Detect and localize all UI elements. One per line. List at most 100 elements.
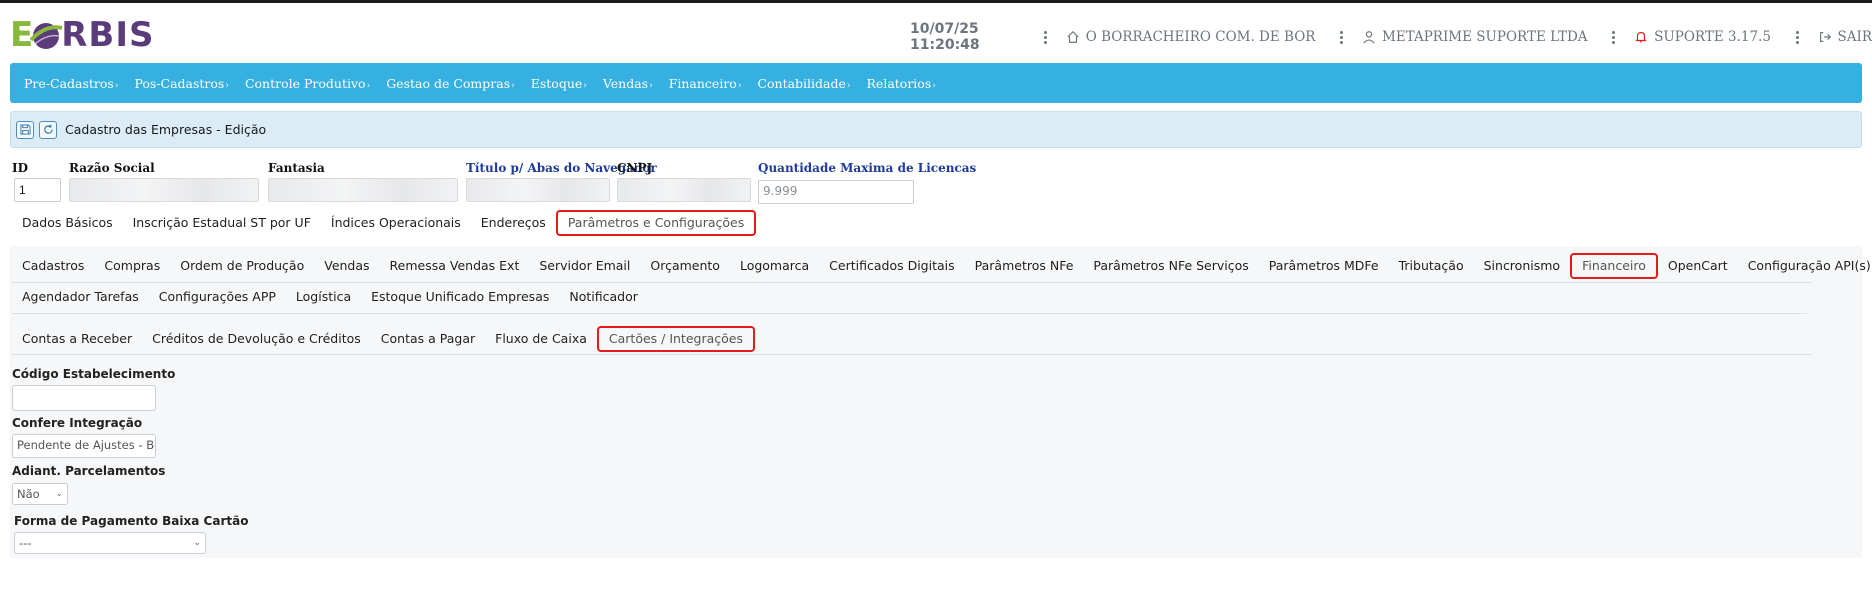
qtd-licencas-input[interactable]: 9.999 (758, 180, 914, 204)
header: E RBIS 10/07/25 11:20:48 O BORRACHEIRO C… (0, 3, 1872, 63)
nav-item-gestao-de-compras[interactable]: Gestao de Compras› (386, 76, 515, 91)
nav-label: Vendas (602, 75, 649, 91)
tab-orcamento[interactable]: Orçamento (640, 253, 730, 279)
razao-social-label: Razão Social (69, 161, 155, 175)
nav-item-pre-cadastros[interactable]: Pre-Cadastros› (24, 76, 118, 91)
tab-parametros-configuracoes[interactable]: Parâmetros e Configurações (555, 210, 757, 236)
confere-integracao-label: Confere Integração (12, 416, 143, 430)
header-company[interactable]: O BORRACHEIRO COM. DE BOR (1066, 29, 1315, 45)
nav-label: Pos-Cadastros (134, 75, 225, 91)
fantasia-input[interactable] (268, 178, 458, 202)
forma-pagamento-select[interactable]: --- ⌄ (14, 532, 206, 554)
codigo-estabelecimento-input[interactable] (12, 385, 156, 411)
tab-remessa-vendas-ext[interactable]: Remessa Vendas Ext (380, 253, 530, 279)
tab-dados-basicos[interactable]: Dados Básicos (12, 210, 123, 236)
tab-cadastros[interactable]: Cadastros (12, 253, 94, 279)
nav-item-vendas[interactable]: Vendas› (603, 76, 653, 91)
nav-item-relatorios[interactable]: Relatorios› (867, 76, 936, 91)
page-titlebar: Cadastro das Empresas - Edição (10, 111, 1862, 148)
param-tabs-row2: Agendador Tarefas Configurações APP Logí… (12, 284, 648, 310)
tab-opencart[interactable]: OpenCart (1658, 253, 1738, 279)
tab-notificador[interactable]: Notificador (559, 284, 648, 310)
nav-item-financeiro[interactable]: Financeiro› (669, 76, 742, 91)
confere-integracao-input[interactable]: Pendente de Ajustes - Be (12, 434, 156, 458)
nav-label: Relatorios (866, 75, 932, 91)
eorbis-logo: E RBIS (10, 15, 154, 55)
chevron-right-icon: › (846, 80, 851, 91)
qtd-licencas-label: Quantidade Maxima de Licencas (758, 161, 977, 175)
header-support[interactable]: SUPORTE 3.17.5 (1634, 29, 1771, 45)
cnpj-label: CNPJ (617, 161, 653, 175)
tab-tributacao[interactable]: Tributação (1389, 253, 1474, 279)
nav-label: Gestao de Compras (386, 75, 511, 91)
logo-text: RBIS (61, 15, 155, 55)
tab-financeiro[interactable]: Financeiro (1570, 253, 1658, 279)
tab-estoque-unificado[interactable]: Estoque Unificado Empresas (361, 284, 559, 310)
tab-parametros-mdfe[interactable]: Parâmetros MDFe (1259, 253, 1389, 279)
header-datetime: 10/07/25 11:20:48 (910, 21, 980, 53)
titulo-navegador-input[interactable] (466, 178, 610, 202)
param-tabs-row1: Cadastros Compras Ordem de Produção Vend… (12, 253, 1872, 279)
chevron-right-icon: › (511, 80, 515, 91)
home-icon (1067, 30, 1079, 43)
header-user-label: METAPRIME SUPORTE LTDA (1382, 29, 1588, 45)
save-button[interactable] (16, 120, 34, 139)
header-support-label: SUPORTE 3.17.5 (1654, 29, 1771, 45)
logout-label: SAIR (1837, 29, 1872, 45)
refresh-icon (43, 124, 53, 134)
kebab-menu-icon[interactable] (1795, 29, 1800, 45)
tab-ordem-producao[interactable]: Ordem de Produção (170, 253, 314, 279)
forma-pagamento-label: Forma de Pagamento Baixa Cartão (14, 514, 249, 528)
adiant-parcelamentos-value: Não (17, 487, 40, 501)
user-icon (1363, 31, 1375, 44)
tab-agendador-tarefas[interactable]: Agendador Tarefas (12, 284, 149, 310)
refresh-button[interactable] (39, 120, 57, 139)
main-tabs: Dados Básicos Inscrição Estadual ST por … (12, 210, 757, 236)
header-user[interactable]: METAPRIME SUPORTE LTDA (1362, 29, 1588, 45)
logout-button[interactable]: SAIR (1818, 29, 1872, 45)
tab-servidor-email[interactable]: Servidor Email (529, 253, 640, 279)
tab-logomarca[interactable]: Logomarca (730, 253, 819, 279)
tab-configuracoes-app[interactable]: Configurações APP (149, 284, 286, 310)
chevron-down-icon: ⌄ (193, 538, 201, 548)
tab-certificados-digitais[interactable]: Certificados Digitais (819, 253, 964, 279)
tab-compras[interactable]: Compras (94, 253, 170, 279)
tab-logistica[interactable]: Logística (286, 284, 361, 310)
nav-item-controle-produtivo[interactable]: Controle Produtivo› (245, 76, 370, 91)
nav-item-pos-cadastros[interactable]: Pos-Cadastros› (134, 76, 229, 91)
adiant-parcelamentos-select[interactable]: Não ⌄ (12, 483, 68, 505)
tab-fluxo-de-caixa[interactable]: Fluxo de Caixa (485, 326, 597, 352)
cnpj-input[interactable] (617, 178, 751, 202)
tab-vendas[interactable]: Vendas (314, 253, 379, 279)
tab-sincronismo[interactable]: Sincronismo (1474, 253, 1570, 279)
kebab-menu-icon[interactable] (1339, 29, 1344, 45)
nav-label: Contabilidade (757, 75, 846, 91)
tab-creditos-devolucao[interactable]: Créditos de Devolução e Créditos (142, 326, 371, 352)
bell-icon (1635, 32, 1647, 43)
razao-social-input[interactable] (69, 178, 259, 202)
tab-contas-a-receber[interactable]: Contas a Receber (12, 326, 142, 352)
id-label: ID (12, 161, 29, 175)
tab-configuracao-apis[interactable]: Configuração API(s) (1738, 253, 1872, 279)
chevron-right-icon: › (114, 80, 119, 91)
tab-cartoes-integracoes[interactable]: Cartões / Integrações (596, 326, 755, 352)
nav-label: Financeiro (668, 75, 737, 91)
save-icon (19, 124, 31, 135)
tab-inscricao-estadual[interactable]: Inscrição Estadual ST por UF (123, 210, 321, 236)
tab-divider (12, 354, 1812, 355)
kebab-menu-icon[interactable] (1043, 29, 1048, 45)
tab-enderecos[interactable]: Endereços (471, 210, 556, 236)
id-input[interactable] (14, 178, 61, 202)
tab-parametros-nfe-servicos[interactable]: Parâmetros NFe Serviços (1083, 253, 1258, 279)
tab-contas-a-pagar[interactable]: Contas a Pagar (371, 326, 485, 352)
nav-item-contabilidade[interactable]: Contabilidade› (757, 76, 850, 91)
chevron-right-icon: › (366, 80, 371, 91)
tab-indices-operacionais[interactable]: Índices Operacionais (321, 210, 471, 236)
nav-item-estoque[interactable]: Estoque› (531, 76, 587, 91)
kebab-menu-icon[interactable] (1612, 29, 1617, 45)
chevron-down-icon: ⌄ (55, 489, 63, 499)
forma-pagamento-value: --- (19, 536, 32, 550)
chevron-right-icon: › (225, 80, 229, 91)
nav-label: Pre-Cadastros (24, 75, 114, 91)
tab-parametros-nfe[interactable]: Parâmetros NFe (965, 253, 1084, 279)
